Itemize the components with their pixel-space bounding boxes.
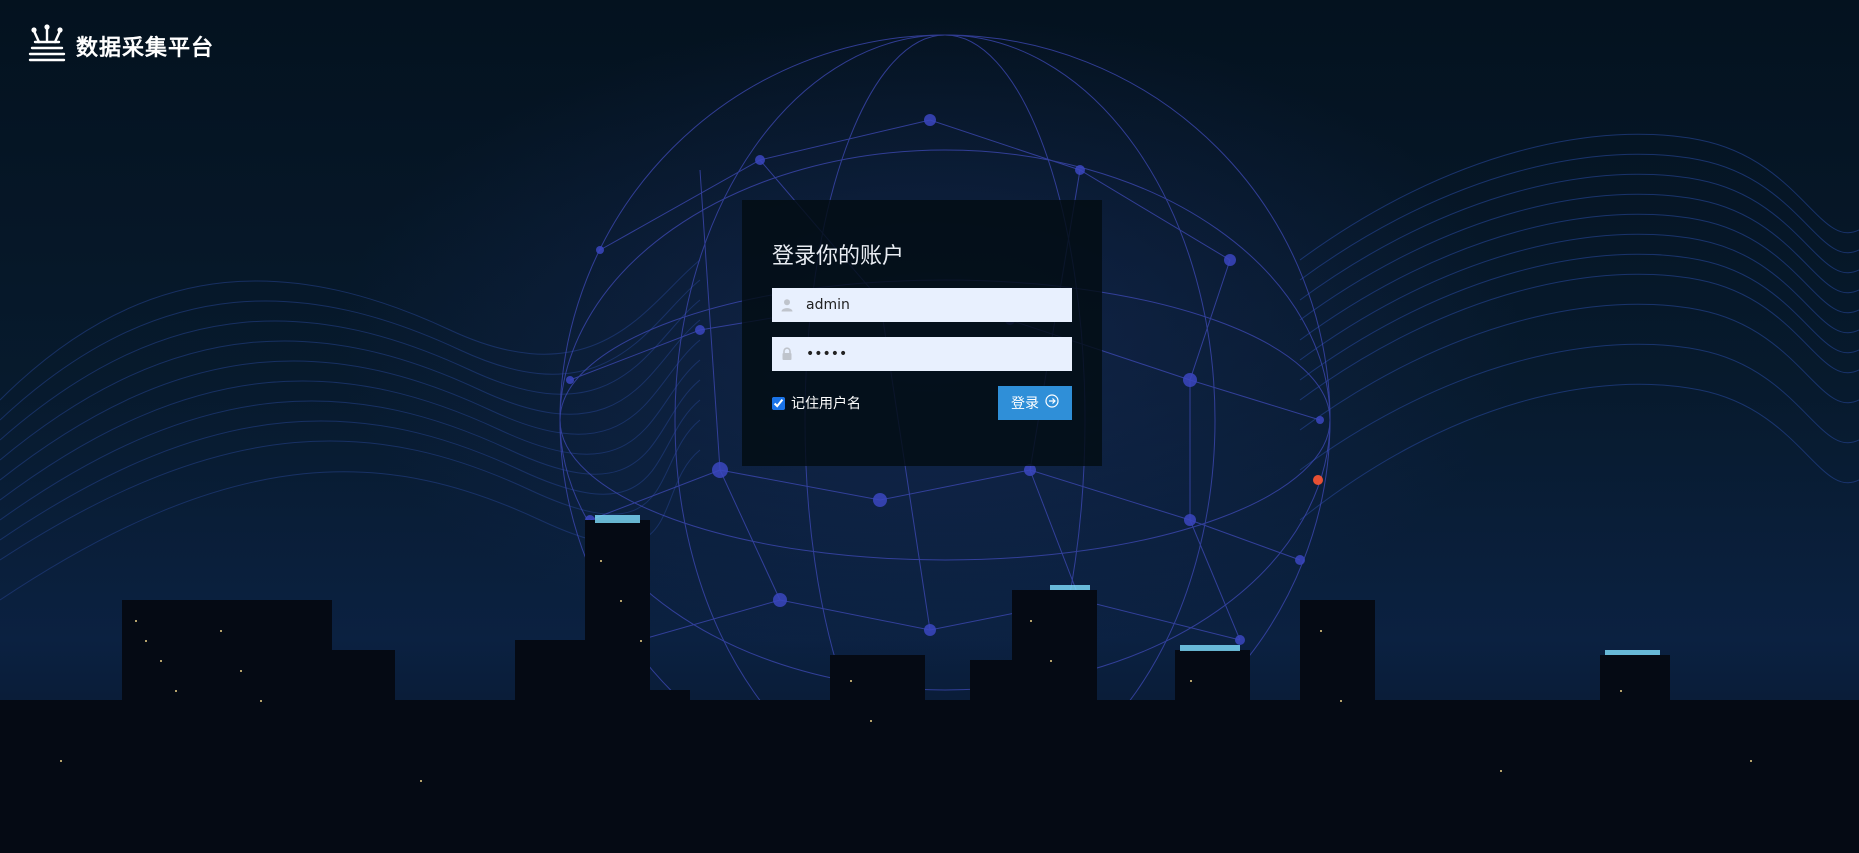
login-button-label: 登录 bbox=[1011, 396, 1039, 412]
remember-checkbox[interactable] bbox=[772, 396, 785, 410]
login-heading: 登录你的账户 bbox=[772, 244, 905, 269]
app-logo: 数据采集平台 bbox=[26, 22, 214, 70]
password-field bbox=[772, 337, 1072, 371]
password-input[interactable] bbox=[802, 337, 1070, 371]
logo-icon bbox=[26, 22, 70, 70]
login-page: 数据采集平台 登录你的账户 admin ••••• 记住用户名 登录 bbox=[0, 0, 1859, 853]
lock-icon bbox=[772, 337, 802, 371]
username-input[interactable] bbox=[802, 288, 1070, 322]
username-field bbox=[772, 288, 1072, 322]
remember-username[interactable]: 记住用户名 bbox=[772, 393, 861, 413]
arrow-circle-right-icon bbox=[1045, 394, 1059, 412]
remember-label: 记住用户名 bbox=[791, 396, 861, 412]
user-icon bbox=[772, 288, 802, 322]
login-button[interactable]: 登录 bbox=[998, 386, 1072, 420]
login-panel: 登录你的账户 记住用户名 bbox=[742, 200, 1102, 466]
login-actions: 记住用户名 登录 bbox=[772, 386, 1072, 420]
app-title: 数据采集平台 bbox=[76, 36, 215, 61]
